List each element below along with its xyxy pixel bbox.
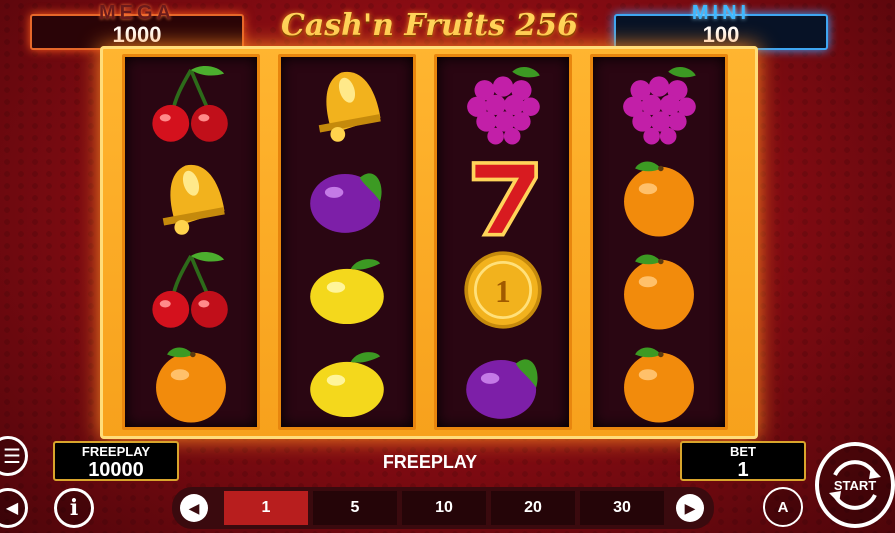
mini-jackpot-value: 100: [702, 22, 740, 47]
seven-symbol: [437, 150, 569, 244]
arrow-left-icon: ◀: [188, 499, 200, 516]
reel-4: [590, 54, 728, 430]
svg-text:1: 1: [495, 274, 511, 309]
plum-symbol: [281, 150, 413, 244]
speaker-icon: ◀: [5, 500, 19, 517]
start-label: START: [833, 477, 877, 493]
bet-option-5[interactable]: 5: [313, 491, 397, 525]
arrow-right-icon: ▶: [684, 499, 696, 516]
freeplay-balance-label: FREEPLAY: [81, 444, 151, 459]
info-icon: i: [69, 495, 79, 521]
bet-value: 1: [737, 459, 749, 481]
cherries-symbol: [125, 243, 257, 337]
menu-icon: ☰: [3, 445, 21, 468]
orange-symbol: [593, 150, 725, 244]
mega-jackpot: MEGA 1000: [30, 2, 244, 50]
grapes-symbol: [437, 57, 569, 151]
mini-jackpot: MINI 100: [614, 2, 828, 50]
orange-symbol: [125, 336, 257, 430]
autoplay-button[interactable]: A: [763, 487, 803, 527]
bet-decrease-button[interactable]: ◀: [180, 494, 208, 522]
game-title: Cash'n Fruits 256: [280, 8, 579, 43]
bet-label: BET: [730, 444, 756, 459]
bet-panel: BET 1: [680, 441, 806, 481]
orange-symbol: [593, 243, 725, 337]
mega-jackpot-value: 1000: [112, 22, 162, 47]
status-text: FREEPLAY: [382, 452, 478, 472]
coin-symbol: 1: [437, 243, 569, 337]
reel-frame: 1: [100, 46, 758, 439]
bet-option-20[interactable]: 20: [491, 491, 575, 525]
bet-option-10[interactable]: 10: [402, 491, 486, 525]
bell-symbol: [125, 150, 257, 244]
reel-3: 1: [434, 54, 572, 430]
bell-symbol: [281, 57, 413, 151]
orange-symbol: [593, 336, 725, 430]
bet-option-30[interactable]: 30: [580, 491, 664, 525]
grapes-symbol: [593, 57, 725, 151]
bet-selector: ◀ 1 5 10 20 30 ▶: [172, 487, 714, 529]
lemon-symbol: [281, 336, 413, 430]
lemon-symbol: [281, 243, 413, 337]
freeplay-balance-value: 10000: [88, 459, 144, 481]
freeplay-balance-panel: FREEPLAY 10000: [53, 441, 179, 481]
reel-1: [122, 54, 260, 430]
autoplay-icon: A: [777, 498, 789, 516]
bet-option-1[interactable]: 1: [224, 491, 308, 525]
reel-2: [278, 54, 416, 430]
cherries-symbol: [125, 57, 257, 151]
start-button[interactable]: START: [815, 442, 895, 528]
plum-symbol: [437, 336, 569, 430]
info-button[interactable]: i: [54, 488, 94, 528]
bet-increase-button[interactable]: ▶: [676, 494, 704, 522]
